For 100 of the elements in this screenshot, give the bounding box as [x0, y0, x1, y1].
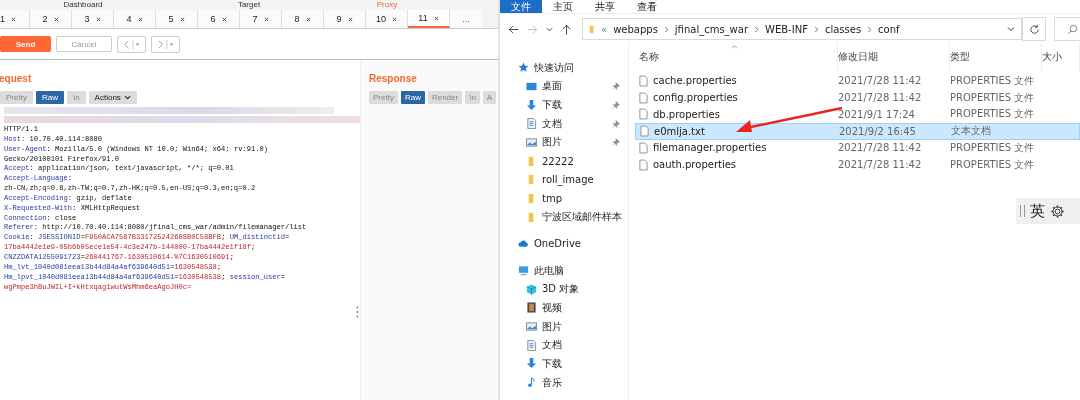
file-name: config.properties	[653, 92, 738, 103]
request-title: equest	[0, 73, 33, 86]
breadcrumb-item[interactable]: WEB-INF	[765, 23, 808, 35]
back-arrow-icon[interactable]	[508, 23, 519, 35]
close-icon[interactable]	[433, 15, 439, 21]
settings-icon[interactable]	[1050, 203, 1065, 219]
breadcrumb-item[interactable]: conf	[878, 23, 900, 35]
file-type: PROPERTIES 文件	[950, 157, 1036, 172]
close-icon[interactable]	[137, 16, 143, 22]
nav-item[interactable]: 宁波区域邮件样本	[500, 207, 628, 227]
input-mode-button[interactable]: 英	[1030, 201, 1045, 221]
address-bar[interactable]: « webapps jfinal_cms_war WEB-INF classes conf	[582, 18, 1022, 41]
close-icon[interactable]	[221, 16, 227, 22]
pin-icon[interactable]	[612, 119, 620, 128]
repeater-tab[interactable]: 7	[240, 10, 282, 28]
repeater-tab[interactable]: 9	[324, 10, 366, 28]
file-icon	[640, 125, 649, 138]
ribbon-tab[interactable]: 主页	[542, 0, 584, 13]
repeater-tab[interactable]: 10	[366, 10, 408, 28]
repeater-tab[interactable]: 5	[156, 10, 198, 28]
more-tabs-tab[interactable]: ...	[450, 10, 482, 28]
nav-item[interactable]: tmp	[500, 189, 628, 208]
close-icon[interactable]	[263, 16, 269, 22]
file-icon	[639, 158, 648, 171]
nav-item[interactable]: 图片	[500, 133, 628, 152]
repeater-tab[interactable]: 4	[114, 10, 156, 28]
close-icon[interactable]	[347, 16, 353, 22]
response-title: Response	[369, 73, 418, 86]
close-icon[interactable]	[305, 16, 311, 22]
nav-item[interactable]: roll_image	[500, 170, 628, 190]
pin-icon[interactable]	[612, 101, 620, 110]
nav-item[interactable]: 桌面	[500, 77, 628, 96]
repeater-tab[interactable]: 8	[282, 10, 324, 28]
nav-item[interactable]: 3D 对象	[500, 279, 628, 299]
main-tab[interactable]: Target	[166, 0, 332, 10]
file-icon	[639, 91, 648, 104]
chevron-down-icon[interactable]	[546, 25, 553, 33]
view-mode-button[interactable]: Raw	[400, 91, 425, 104]
repeater-tab[interactable]: 6	[198, 10, 240, 28]
repeater-tab[interactable]: 2	[30, 10, 72, 28]
close-icon[interactable]	[179, 16, 185, 22]
up-arrow-icon[interactable]	[561, 23, 572, 35]
download-icon	[526, 358, 537, 370]
actions-button[interactable]: Actions	[88, 91, 137, 104]
file-date: 2021/7/28 11:42	[838, 92, 923, 103]
nav-item[interactable]: 文档	[500, 335, 628, 355]
drag-handle-icon[interactable]	[356, 306, 359, 318]
sort-caret-icon	[731, 45, 738, 50]
nav-item[interactable]: 视频	[500, 298, 628, 318]
file-row[interactable]: oauth.properties 2021/7/28 11:42 PROPERTIES 文件	[635, 156, 1080, 174]
ribbon-tab[interactable]: 共享	[584, 0, 626, 13]
nav-item[interactable]: OneDrive	[500, 234, 628, 254]
file-name: db.properties	[653, 108, 720, 120]
repeater-tab[interactable]: 11	[408, 10, 450, 28]
pin-icon[interactable]	[612, 138, 620, 147]
column-header[interactable]: 类型	[950, 42, 1042, 73]
nav-item[interactable]: 下载	[500, 354, 628, 374]
nav-item[interactable]: 音乐	[500, 373, 628, 392]
cube-icon	[526, 283, 537, 295]
pin-icon[interactable]	[612, 82, 620, 91]
chevron-down-icon[interactable]	[1007, 25, 1015, 34]
nav-item[interactable]: 下载	[500, 95, 628, 115]
close-icon[interactable]	[53, 16, 59, 22]
view-mode-button[interactable]: Raw	[35, 91, 64, 104]
breadcrumb-item[interactable]: classes	[824, 23, 862, 35]
repeater-tab[interactable]: 1	[0, 10, 30, 28]
file-date: 2021/7/28 11:42	[838, 159, 923, 171]
file-date: 2021/9/2 16:45	[839, 125, 917, 137]
nav-item[interactable]: 此电脑	[500, 261, 628, 280]
file-row[interactable]: e0mlja.txt 2021/9/2 16:45 文本文档	[635, 122, 1080, 140]
overflow-chevron[interactable]: «	[601, 23, 608, 35]
computer-icon	[518, 265, 529, 277]
chevron-right-icon	[663, 25, 669, 33]
search-icon	[1067, 23, 1078, 35]
close-icon[interactable]	[392, 16, 397, 22]
folder-icon	[589, 23, 595, 35]
refresh-button[interactable]	[1022, 17, 1046, 42]
film-icon	[526, 302, 537, 314]
column-header[interactable]: 大小	[1042, 42, 1080, 73]
main-tab[interactable]: Dashboard	[0, 0, 166, 10]
ribbon-tab[interactable]: 查看	[626, 0, 668, 13]
nav-item[interactable]: 文档	[500, 114, 628, 134]
file-row[interactable]: cache.properties 2021/7/28 11:42 PROPERTIES 文件	[635, 72, 1080, 90]
search-field[interactable]	[1054, 17, 1080, 42]
close-icon[interactable]	[95, 16, 101, 22]
file-row[interactable]: db.properties 2021/9/1 17:24 PROPERTIES 文件	[635, 105, 1080, 123]
nav-item[interactable]: 22222	[500, 151, 628, 171]
ribbon-tab[interactable]: 文件	[500, 0, 542, 13]
close-icon[interactable]	[11, 16, 16, 22]
file-row[interactable]: config.properties 2021/7/28 11:42 PROPERTIES 文件	[635, 89, 1080, 106]
nav-item[interactable]: 图片	[500, 317, 628, 336]
repeater-tab[interactable]: 3	[72, 10, 114, 28]
cloud-icon	[518, 238, 529, 250]
file-name: filemanager.properties	[653, 142, 767, 154]
file-row[interactable]: filemanager.properties 2021/7/28 11:42 PROPERTIES 文件	[635, 139, 1080, 157]
column-header[interactable]: 修改日期	[838, 42, 950, 73]
breadcrumb-item[interactable]: webapps	[613, 23, 658, 35]
nav-item[interactable]: 快速访问	[500, 58, 628, 77]
breadcrumb-item[interactable]: jfinal_cms_war	[674, 23, 749, 35]
column-header[interactable]: 名称	[635, 42, 838, 73]
